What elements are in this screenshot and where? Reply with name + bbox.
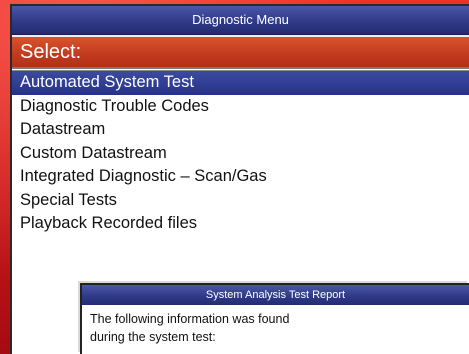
window-title: Diagnostic Menu [12,6,469,35]
menu-list: Automated System Test Diagnostic Trouble… [12,71,469,236]
menu-item-custom-datastream[interactable]: Custom Datastream [12,142,469,166]
select-header: Select: [12,35,469,69]
menu-item-integrated-diagnostic[interactable]: Integrated Diagnostic – Scan/Gas [12,165,469,189]
report-title: System Analysis Test Report [82,285,469,305]
report-text-line-2: during the system test: [90,330,216,344]
menu-item-datastream[interactable]: Datastream [12,118,469,142]
menu-item-playback-recorded-files[interactable]: Playback Recorded files [12,212,469,236]
report-text-line-1: The following information was found [90,312,290,326]
system-analysis-report-window: System Analysis Test Report The followin… [80,283,469,354]
report-body: The following information was found duri… [82,305,469,351]
menu-item-special-tests[interactable]: Special Tests [12,189,469,213]
menu-item-automated-system-test[interactable]: Automated System Test [12,71,469,95]
menu-item-diagnostic-trouble-codes[interactable]: Diagnostic Trouble Codes [12,95,469,119]
